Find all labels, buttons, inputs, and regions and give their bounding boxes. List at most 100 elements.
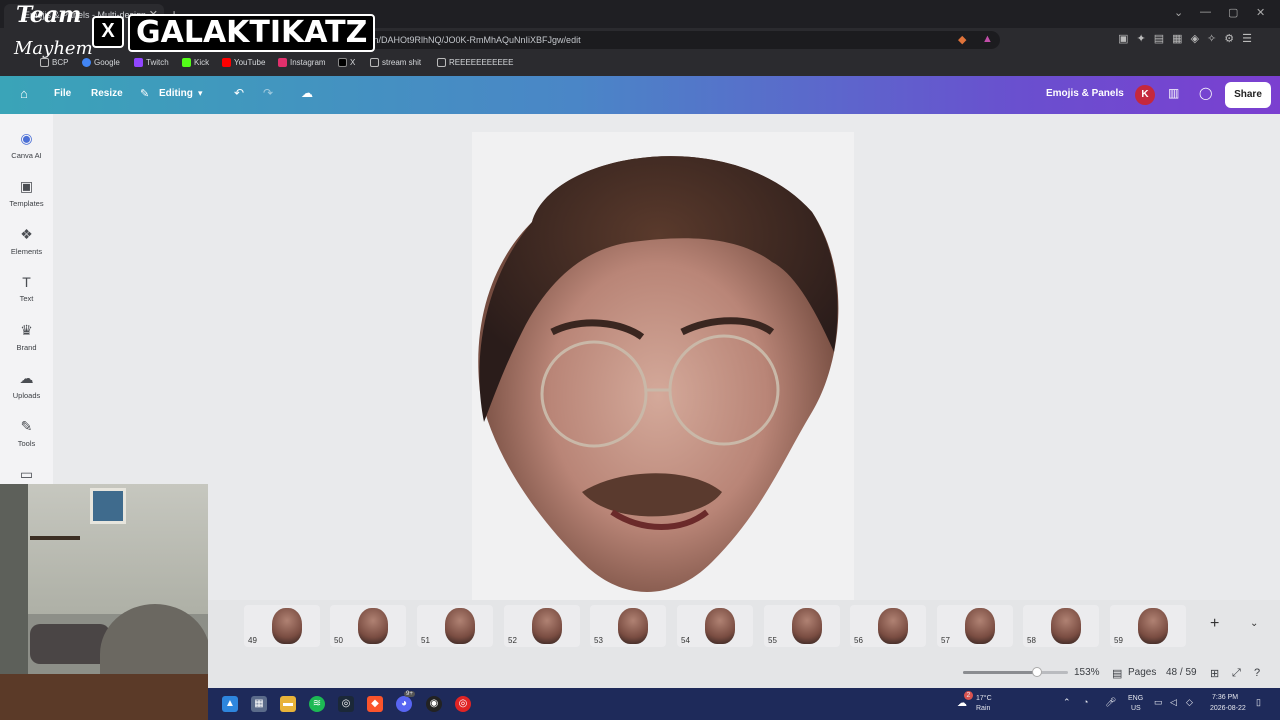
obs-icon[interactable]: ◉: [426, 696, 442, 712]
page-number: 56: [854, 636, 863, 645]
sidebar-item-brand[interactable]: ♛ Brand: [0, 322, 53, 352]
cloud-saved-icon[interactable]: ☁: [301, 86, 313, 100]
page-number: 59: [1114, 636, 1123, 645]
comment-icon[interactable]: ◯: [1199, 86, 1212, 100]
page-number: 52: [508, 636, 517, 645]
wallet-icon[interactable]: ▦: [1172, 33, 1190, 45]
page-thumbnail[interactable]: 57: [937, 605, 1013, 647]
zoom-slider[interactable]: [963, 667, 1068, 677]
puzzle-icon[interactable]: ✦: [1137, 33, 1154, 45]
help-icon[interactable]: ?: [1254, 667, 1260, 679]
page-thumbnail[interactable]: 49: [244, 605, 320, 647]
pages-button[interactable]: Pages: [1128, 667, 1156, 678]
clock-time[interactable]: 7:36 PM: [1212, 694, 1238, 701]
fullscreen-icon[interactable]: ⤢: [1232, 667, 1241, 680]
url-text: design/DAHOt9RlhNQ/JO0K-RmMhAQuNnIiXBFJg…: [352, 35, 581, 45]
face-cutout-image[interactable]: [472, 132, 854, 600]
network-icon[interactable]: ◔: [1083, 697, 1088, 707]
grid-view-icon[interactable]: ⊞: [1210, 667, 1219, 680]
share-button[interactable]: Share: [1225, 82, 1271, 108]
chevron-up-icon[interactable]: ⌃: [1063, 697, 1071, 708]
thumbnail-image: [705, 608, 735, 644]
design-page[interactable]: [472, 132, 854, 600]
bookmark-folder-stream[interactable]: stream shit: [370, 58, 421, 67]
redo-icon[interactable]: ↷: [263, 86, 273, 100]
calculator-icon[interactable]: ▦: [251, 696, 267, 712]
resize-button[interactable]: Resize: [91, 88, 123, 99]
page-thumbnail[interactable]: 50: [330, 605, 406, 647]
page-number: 55: [768, 636, 777, 645]
settings-icon[interactable]: ⚙: [1224, 33, 1242, 45]
page-thumbnail[interactable]: 58: [1023, 605, 1099, 647]
taskbar: ▲ ▦ ▬ ≋ ◎ ◆ ◕ 9+ ◉ ◎ ☁ 2 17°C Rain ⌃ ◔ 🎤…: [208, 688, 1280, 720]
close-window-icon[interactable]: ✕: [1256, 6, 1265, 19]
page-thumbnail[interactable]: 52: [504, 605, 580, 647]
webcam-shelf: [30, 536, 80, 540]
address-bar[interactable]: design/DAHOt9RlhNQ/JO0K-RmMhAQuNnIiXBFJg…: [340, 31, 1000, 49]
sidebar-item-label: Tools: [17, 439, 36, 448]
page-thumbnail[interactable]: 59: [1110, 605, 1186, 647]
sidebar-icon[interactable]: ▤: [1154, 33, 1172, 45]
sidebar-item-tools[interactable]: ✎ Tools: [0, 418, 53, 448]
record-icon[interactable]: ◎: [455, 696, 471, 712]
pencil-icon: ✎: [140, 88, 150, 100]
sidebar-item-elements[interactable]: ❖ Elements: [0, 226, 53, 256]
photos-icon[interactable]: ▲: [222, 696, 238, 712]
analytics-icon[interactable]: ▥: [1168, 86, 1179, 100]
brave-rewards-icon[interactable]: ▲: [982, 33, 993, 45]
notification-icon[interactable]: ◇: [1186, 697, 1193, 708]
thumbnail-image: [358, 608, 388, 644]
mayhem-text: Mayhem: [14, 38, 93, 59]
microphone-icon[interactable]: 🎤︎: [1105, 697, 1116, 708]
page-thumbnail[interactable]: 51: [417, 605, 493, 647]
editor-footer: 153% ▤ Pages 48 / 59 ⊞ ⤢ ?: [208, 658, 1280, 688]
add-page-icon[interactable]: +: [1210, 615, 1219, 633]
canva-ai-icon: ◉: [20, 130, 33, 146]
sidebar-item-text[interactable]: T Text: [0, 274, 53, 303]
page-number: 51: [421, 636, 430, 645]
discord-badge: 9+: [404, 691, 415, 697]
menu-icon[interactable]: ☰: [1242, 33, 1260, 45]
discord-icon[interactable]: ◕: [396, 696, 412, 712]
sidebar-item-canva-ai[interactable]: ◉ Canva AI: [0, 130, 53, 160]
steam-icon[interactable]: ◎: [338, 696, 354, 712]
home-icon[interactable]: ⌂: [20, 86, 28, 101]
speaker-icon[interactable]: ◁: [1170, 697, 1177, 708]
sidebar-item-templates[interactable]: ▣ Templates: [0, 178, 53, 208]
maximize-icon[interactable]: ▢: [1228, 6, 1238, 19]
undo-icon[interactable]: ↶: [234, 86, 244, 100]
bookmark-label: stream shit: [382, 58, 422, 67]
text-icon: T: [22, 274, 31, 290]
sidebar-item-label: Brand: [16, 343, 37, 352]
webcam-overlay: [0, 484, 208, 720]
elements-icon: ❖: [20, 226, 33, 242]
page-thumbnail[interactable]: 55: [764, 605, 840, 647]
sidebar-item-uploads[interactable]: ☁ Uploads: [0, 370, 53, 400]
zoom-level[interactable]: 153%: [1074, 667, 1100, 678]
editing-dropdown[interactable]: Editing: [159, 88, 193, 99]
file-explorer-icon[interactable]: ▬: [280, 696, 296, 712]
chevron-down-icon[interactable]: ⌄: [1250, 618, 1258, 629]
display-icon[interactable]: ▭: [1154, 697, 1163, 708]
spotify-icon[interactable]: ≋: [309, 696, 325, 712]
page-thumbnail[interactable]: 54: [677, 605, 753, 647]
ai-icon[interactable]: ✧: [1207, 33, 1224, 45]
chevron-down-icon[interactable]: ⌄: [1174, 6, 1183, 19]
brave-shield-icon[interactable]: ◆: [958, 33, 966, 46]
uploads-icon: ☁: [19, 370, 34, 386]
vpn-icon[interactable]: ◈: [1191, 33, 1207, 45]
design-title[interactable]: Emojis & Panels: [1046, 88, 1124, 99]
page-thumbnail[interactable]: 53: [590, 605, 666, 647]
page-thumbnail[interactable]: 56: [850, 605, 926, 647]
x-logo-icon: X: [92, 16, 124, 48]
zoom-slider-handle[interactable]: [1031, 667, 1042, 677]
show-desktop-icon[interactable]: ▯: [1256, 697, 1261, 708]
chevron-down-icon[interactable]: ▾: [198, 88, 203, 99]
language[interactable]: ENG: [1128, 695, 1143, 702]
avatar[interactable]: K: [1135, 85, 1155, 105]
bookmark-folder-reee[interactable]: REEEEEEEEEEE: [437, 58, 513, 67]
extension-icon[interactable]: ▣: [1118, 33, 1136, 45]
brave-icon[interactable]: ◆: [367, 696, 383, 712]
file-menu[interactable]: File: [54, 88, 71, 99]
minimize-icon[interactable]: —: [1200, 6, 1211, 18]
